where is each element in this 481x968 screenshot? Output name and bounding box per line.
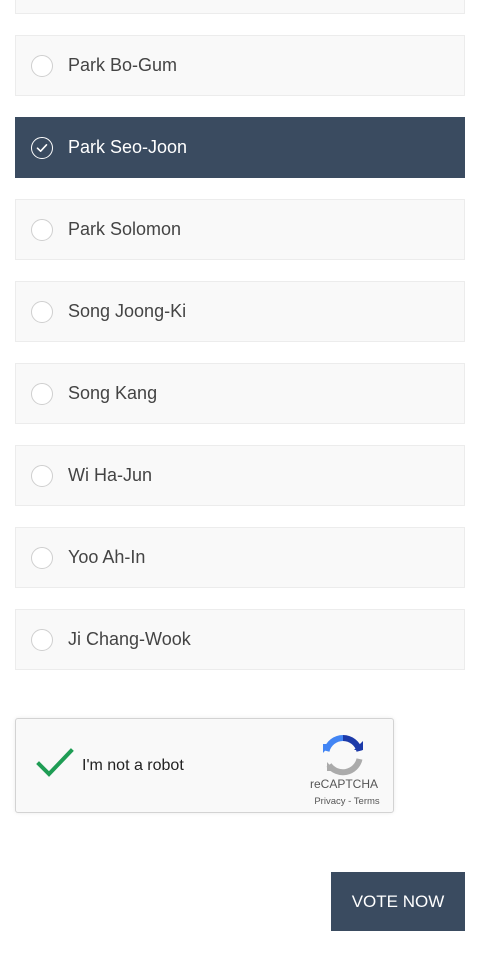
poll-option-park-solomon[interactable]: Park Solomon: [15, 199, 465, 260]
radio-button[interactable]: [31, 464, 53, 487]
poll-option-song-kang[interactable]: Song Kang: [15, 363, 465, 424]
checkmark-icon: [36, 143, 48, 152]
poll-option-label: Song Joong-Ki: [68, 301, 187, 321]
poll-option-partial[interactable]: [15, 0, 465, 14]
poll-option-label: Ji Chang-Wook: [68, 629, 191, 649]
link-separator: -: [345, 796, 354, 807]
radio-button[interactable]: [31, 54, 53, 77]
poll-option-label: Park Bo-Gum: [68, 55, 178, 75]
poll-option-label: Wi Ha-Jun: [68, 465, 153, 485]
terms-link[interactable]: Terms: [354, 796, 380, 807]
recaptcha-checkbox[interactable]: [36, 747, 74, 784]
poll-option-label: Park Seo-Joon: [68, 137, 188, 157]
poll-option-label: Yoo Ah-In: [68, 547, 146, 567]
recaptcha-links: Privacy - Terms: [300, 796, 394, 807]
radio-button[interactable]: [31, 628, 53, 651]
poll-option-label: Park Solomon: [68, 219, 182, 239]
recaptcha-logo-icon: [321, 733, 365, 782]
radio-button-checked[interactable]: [31, 136, 53, 159]
recaptcha-label: I'm not a robot: [82, 757, 184, 774]
green-checkmark-icon: [36, 748, 74, 777]
privacy-link[interactable]: Privacy: [314, 796, 345, 807]
radio-button[interactable]: [31, 546, 53, 569]
poll-option-song-joong-ki[interactable]: Song Joong-Ki: [15, 281, 465, 342]
radio-button[interactable]: [31, 382, 53, 405]
recaptcha-widget: I'm not a robot reCAPTCHA Privacy - Term…: [15, 718, 394, 813]
recaptcha-brand: reCAPTCHA: [309, 777, 378, 791]
poll-option-yoo-ah-in[interactable]: Yoo Ah-In: [15, 527, 465, 588]
radio-button[interactable]: [31, 300, 53, 323]
poll-option-park-seo-joon[interactable]: Park Seo-Joon: [15, 117, 465, 178]
poll-option-label: Song Kang: [68, 383, 158, 403]
poll-option-wi-ha-jun[interactable]: Wi Ha-Jun: [15, 445, 465, 506]
radio-button[interactable]: [31, 218, 53, 241]
vote-now-button[interactable]: VOTE NOW: [331, 872, 465, 931]
poll-option-ji-chang-wook[interactable]: Ji Chang-Wook: [15, 609, 465, 670]
poll-option-park-bo-gum[interactable]: Park Bo-Gum: [15, 35, 465, 96]
